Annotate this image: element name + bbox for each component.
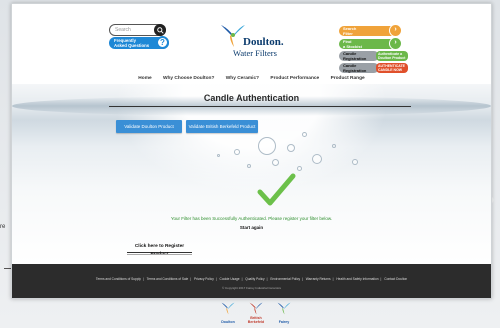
nav-why-ceramic[interactable]: Why Ceramic?: [226, 76, 259, 81]
authenticate-candle-badge[interactable]: AUTHENTICATE CANDLE NOW: [376, 63, 408, 73]
nav-home[interactable]: Home: [138, 76, 151, 81]
validate-doulton-button[interactable]: Validate Doulton Product: [116, 120, 182, 133]
search-button[interactable]: [154, 24, 166, 36]
brand-doulton[interactable]: Doulton: [216, 302, 240, 324]
site-footer: Terms and Conditions of Supply | Terms an…: [12, 264, 491, 298]
register-underline: [127, 254, 192, 255]
fairey-bird-icon: [277, 302, 291, 315]
search-placeholder: Search: [115, 27, 131, 33]
footer-link[interactable]: Terms and Conditions of Sale: [147, 277, 189, 281]
doulton-bird-icon: [221, 302, 235, 315]
brand-name: British Berkefeld: [247, 316, 265, 324]
side-text: re: [0, 224, 6, 230]
faq-button[interactable]: Frequently Asked Questions ?: [109, 36, 169, 49]
find-stockist-button[interactable]: Find a Stockist ›: [339, 37, 402, 50]
footer-link[interactable]: Cookie Usage: [220, 277, 240, 281]
logo-wordmark: Doulton.: [243, 36, 284, 48]
brand-logos: Doulton British Berkefeld Fairey: [216, 302, 296, 324]
brand-name: Doulton: [221, 320, 235, 324]
copyright-text: © Copyright 2017 Fairey Industrial Ceram…: [221, 286, 282, 290]
nav-product-range[interactable]: Product Range: [331, 76, 365, 81]
brand-british-berkefeld[interactable]: British Berkefeld: [244, 302, 268, 324]
page-title: Candle Authentication: [203, 93, 300, 103]
berkefeld-bird-icon: [249, 302, 263, 315]
footer-link[interactable]: Quality Policy: [245, 277, 264, 281]
browser-page: Search Frequently Asked Questions ? Doul…: [11, 3, 492, 299]
footer-links: Terms and Conditions of Supply | Terms an…: [95, 277, 408, 281]
footer-link[interactable]: Terms and Conditions of Supply: [96, 277, 141, 281]
footer-link[interactable]: Warranty Returns: [306, 277, 331, 281]
search-input[interactable]: Search: [109, 24, 166, 36]
authenticate-product-badge[interactable]: Authenticate a Doulton Product: [376, 51, 408, 61]
validate-british-berkefeld-button[interactable]: Validate British Berkefeld Product: [186, 120, 258, 133]
search-icon: [156, 26, 164, 34]
success-message: Your Filter has been Successfully Authen…: [170, 216, 333, 221]
candle-registration-button[interactable]: Candle Registration: [339, 51, 379, 61]
main-nav: Home Why Choose Doulton? Why Ceramic? Pr…: [12, 76, 491, 81]
footer-link[interactable]: Privacy Policy: [194, 277, 214, 281]
nav-product-performance[interactable]: Product Performance: [270, 76, 319, 81]
side-divider: [4, 268, 11, 269]
footer-link[interactable]: Environmental Policy: [270, 277, 300, 281]
nav-why-choose-doulton[interactable]: Why Choose Doulton?: [163, 76, 214, 81]
arrow-right-icon: ›: [389, 24, 402, 37]
arrow-right-icon: ›: [389, 37, 402, 50]
register-product-link[interactable]: Click here to Register Product: [127, 243, 192, 257]
candle-registration-button-2[interactable]: Candle Registration: [339, 63, 379, 73]
start-again-link[interactable]: Start again: [12, 225, 491, 230]
question-icon: ?: [156, 36, 169, 49]
footer-link[interactable]: Contact Doulton: [384, 277, 407, 281]
success-checkmark-icon: [257, 173, 296, 206]
brand-name: Fairey: [278, 320, 290, 324]
footer-link[interactable]: Health and Safety Information: [336, 277, 378, 281]
search-filter-button[interactable]: Search Filter ›: [339, 24, 402, 37]
doulton-logo[interactable]: Doulton. Water Filters: [216, 24, 306, 64]
title-divider: [109, 106, 411, 107]
brand-fairey[interactable]: Fairey: [272, 302, 296, 324]
logo-subtitle: Water Filters: [233, 48, 277, 58]
cta-sublabel: Registration: [343, 67, 367, 73]
cta-sublabel: Registration: [343, 55, 367, 61]
